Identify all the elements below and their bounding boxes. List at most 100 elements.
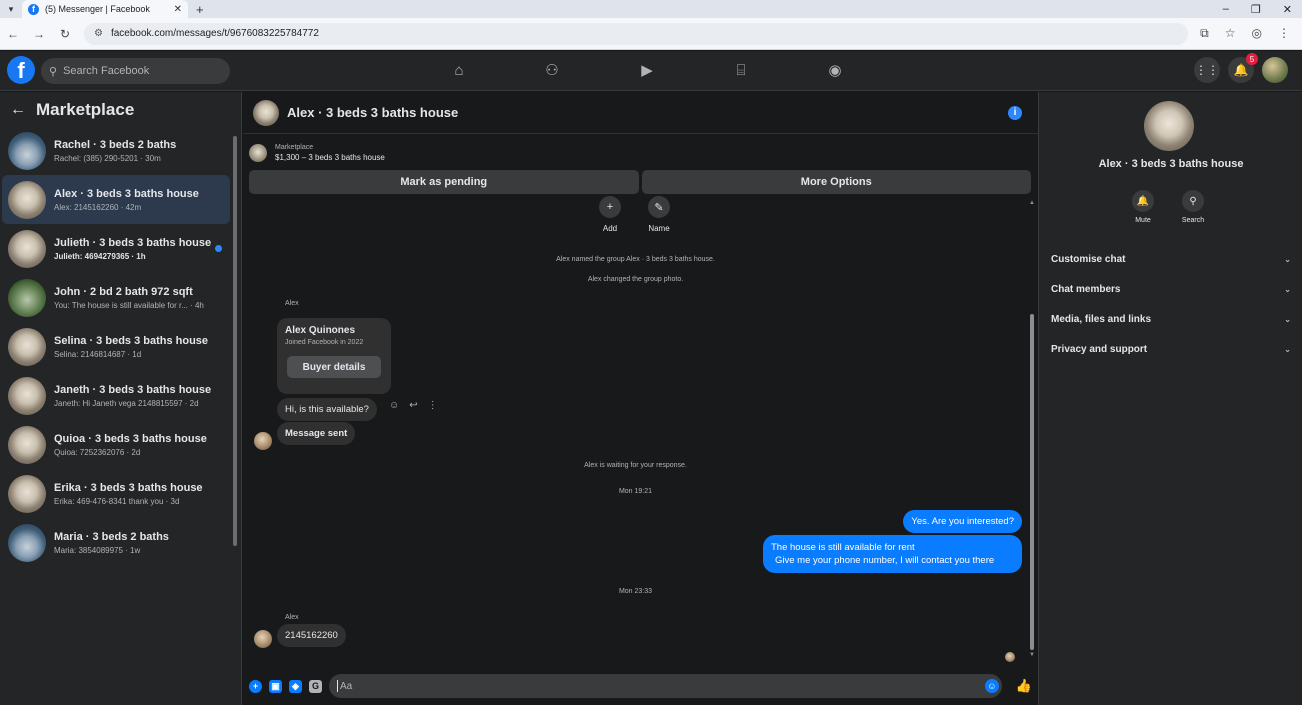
emoji-icon[interactable]: ☺ [984, 679, 999, 693]
browser-menu-icon[interactable]: ⋮ [1278, 26, 1290, 41]
tab-close-icon[interactable]: ✕ [174, 4, 182, 15]
more-icon[interactable]: ⋮ [428, 400, 438, 411]
conversation-item[interactable]: Rachel · 3 beds 2 baths Rachel: (385) 290… [2, 126, 230, 175]
video-icon[interactable]: ▶ [637, 61, 657, 81]
chevron-down-icon: ⌄ [1284, 254, 1291, 264]
conversation-name: Quioa · 3 beds 3 baths house [54, 432, 207, 445]
section-privacy-support[interactable]: Privacy and support ⌄ [1039, 334, 1302, 364]
conversation-name: Alex · 3 beds 3 baths house [54, 187, 199, 200]
scroll-down-arrow-icon[interactable]: ▼ [1029, 652, 1035, 658]
profile-icon[interactable]: ◎ [1252, 26, 1262, 41]
details-actions: 🔔 Mute ⚲ Search [1129, 190, 1207, 224]
sticker-icon[interactable]: ◈ [289, 679, 302, 693]
my-message-bubble[interactable]: The house is still available for rent Gi… [763, 535, 1022, 573]
message-bubble[interactable]: Message sent [277, 422, 356, 445]
chat-scroll-thumb[interactable] [1030, 314, 1034, 650]
conversation-name: Erika · 3 beds 3 baths house [54, 481, 203, 494]
system-message: Alex named the group Alex · 3 beds 3 bat… [556, 256, 715, 263]
plus-icon[interactable]: + [249, 679, 262, 693]
close-window-icon[interactable]: ✕ [1283, 3, 1292, 16]
conversation-preview: Alex: 2145162260 · 42m [54, 202, 142, 212]
pencil-icon: ✎ [648, 196, 670, 218]
conversation-name: Rachel · 3 beds 2 baths [54, 138, 177, 151]
account-avatar[interactable] [1262, 57, 1288, 83]
message-input[interactable]: Aa [329, 674, 1002, 698]
site-info-icon[interactable]: ⚙ [94, 28, 103, 39]
listing-thumbnail [8, 131, 46, 170]
conversation-item[interactable]: Erika · 3 beds 3 baths house Erika: 469-4… [2, 469, 230, 518]
conversation-item[interactable]: Quioa · 3 beds 3 baths house Quioa: 72523… [2, 420, 230, 469]
conversation-preview: Selina: 2146814687 · 1d [54, 349, 142, 359]
reply-icon[interactable]: ↩ [409, 400, 417, 411]
section-chat-members[interactable]: Chat members ⌄ [1039, 274, 1302, 304]
quick-action-name[interactable]: ✎ Name [639, 196, 679, 233]
buyer-card: Alex Quinones Joined Facebook in 2022 Bu… [277, 318, 391, 394]
message-bubble[interactable]: 2145162260 [277, 624, 346, 647]
conversation-item[interactable]: Julieth · 3 beds 3 baths house Julieth: 4… [2, 224, 230, 273]
cast-icon[interactable]: ⧉ [1200, 26, 1209, 41]
bell-icon: 🔔 [1233, 63, 1249, 77]
conversation-item[interactable]: Maria · 3 beds 2 baths Maria: 3854089975 … [2, 518, 230, 567]
search-placeholder: Search Facebook [63, 65, 150, 77]
quick-action-label: Add [602, 224, 618, 233]
my-message-bubble[interactable]: Yes. Are you interested? [903, 510, 1022, 533]
browser-tab[interactable]: f (5) Messenger | Facebook ✕ [22, 0, 188, 18]
sidebar-scroll-thumb[interactable] [233, 136, 237, 546]
home-icon[interactable]: ⌂ [449, 61, 469, 81]
listing-thumbnail [8, 376, 46, 415]
restore-icon[interactable]: ❐ [1251, 3, 1261, 16]
scroll-up-arrow-icon[interactable]: ▲ [1029, 200, 1035, 206]
url-text: facebook.com/messages/t/9676083225784772 [110, 28, 319, 39]
timestamp: Mon 19:21 [618, 488, 653, 495]
conversation-preview: Quioa: 7252362076 · 2d [54, 447, 141, 457]
back-icon[interactable]: ← [6, 27, 20, 41]
conversation-item[interactable]: Alex · 3 beds 3 baths house Alex: 2145162… [2, 175, 230, 224]
friends-icon[interactable]: ⚇ [542, 61, 562, 81]
message-composer: + ▣ ◈ G Aa ☺ 👍 [243, 672, 1038, 700]
facebook-logo-icon[interactable]: f [7, 56, 35, 84]
bookmark-star-icon[interactable]: ☆ [1225, 26, 1236, 41]
more-options-button[interactable]: More Options [641, 170, 1031, 194]
photo-icon[interactable]: ▣ [269, 679, 282, 693]
search-in-chat-button[interactable]: ⚲ Search [1179, 190, 1207, 224]
reload-icon[interactable]: ↻ [58, 27, 72, 41]
address-bar[interactable]: ⚙ facebook.com/messages/t/96760832257847… [84, 22, 1189, 45]
chat-scrollbar[interactable]: ▲ ▼ [1028, 200, 1036, 660]
menu-grid-icon[interactable]: ⋮⋮ [1194, 57, 1220, 83]
groups-icon[interactable]: ◉ [825, 61, 845, 81]
notifications-button[interactable]: 🔔 5 [1228, 53, 1258, 83]
thumbs-up-icon[interactable]: 👍 [1016, 678, 1032, 694]
minimize-icon[interactable]: – [1223, 3, 1229, 16]
chat-avatar[interactable] [253, 99, 279, 126]
unread-dot [215, 245, 222, 252]
tab-search-icon[interactable]: ▾ [0, 4, 22, 15]
conversation-list: Rachel · 3 beds 2 baths Rachel: (385) 290… [0, 126, 232, 567]
mute-button[interactable]: 🔔 Mute [1129, 190, 1157, 224]
conversation-item[interactable]: Janeth · 3 beds 3 baths house Janeth: Hi … [2, 371, 230, 420]
forward-icon[interactable]: → [32, 27, 46, 41]
section-label: Media, files and links [1051, 313, 1152, 325]
add-person-icon: + [599, 196, 621, 218]
marketplace-icon[interactable]: ⌸ [731, 61, 751, 81]
buyer-details-button[interactable]: Buyer details [287, 356, 381, 378]
mark-as-pending-button[interactable]: Mark as pending [249, 170, 639, 194]
sidebar-scrollbar[interactable] [232, 126, 238, 546]
listing-thumbnail [8, 180, 46, 219]
info-icon[interactable]: i [1008, 105, 1022, 120]
quick-action-add[interactable]: + Add [590, 196, 630, 233]
emoji-react-icon[interactable]: ☺ [389, 400, 399, 411]
message-bubble[interactable]: Hi, is this available? [277, 398, 377, 421]
section-label: Customise chat [1051, 253, 1126, 265]
conversation-item[interactable]: John · 2 bd 2 bath 972 sqft You: The hous… [2, 273, 230, 322]
section-customise-chat[interactable]: Customise chat ⌄ [1039, 244, 1302, 274]
listing-summary[interactable]: Marketplace $1,300 – 3 beds 3 baths hous… [249, 140, 385, 166]
group-avatar[interactable] [1144, 101, 1194, 151]
new-tab-icon[interactable]: + [196, 2, 204, 17]
tab-title: (5) Messenger | Facebook [45, 4, 150, 14]
gif-icon[interactable]: G [309, 679, 322, 693]
search-input[interactable]: ⚲ Search Facebook [41, 58, 230, 84]
conversation-item[interactable]: Selina · 3 beds 3 baths house Selina: 214… [2, 322, 230, 371]
section-media-files-links[interactable]: Media, files and links ⌄ [1039, 304, 1302, 334]
back-arrow-icon[interactable]: ← [10, 101, 26, 119]
chat-title[interactable]: Alex · 3 beds 3 baths house [287, 105, 458, 120]
